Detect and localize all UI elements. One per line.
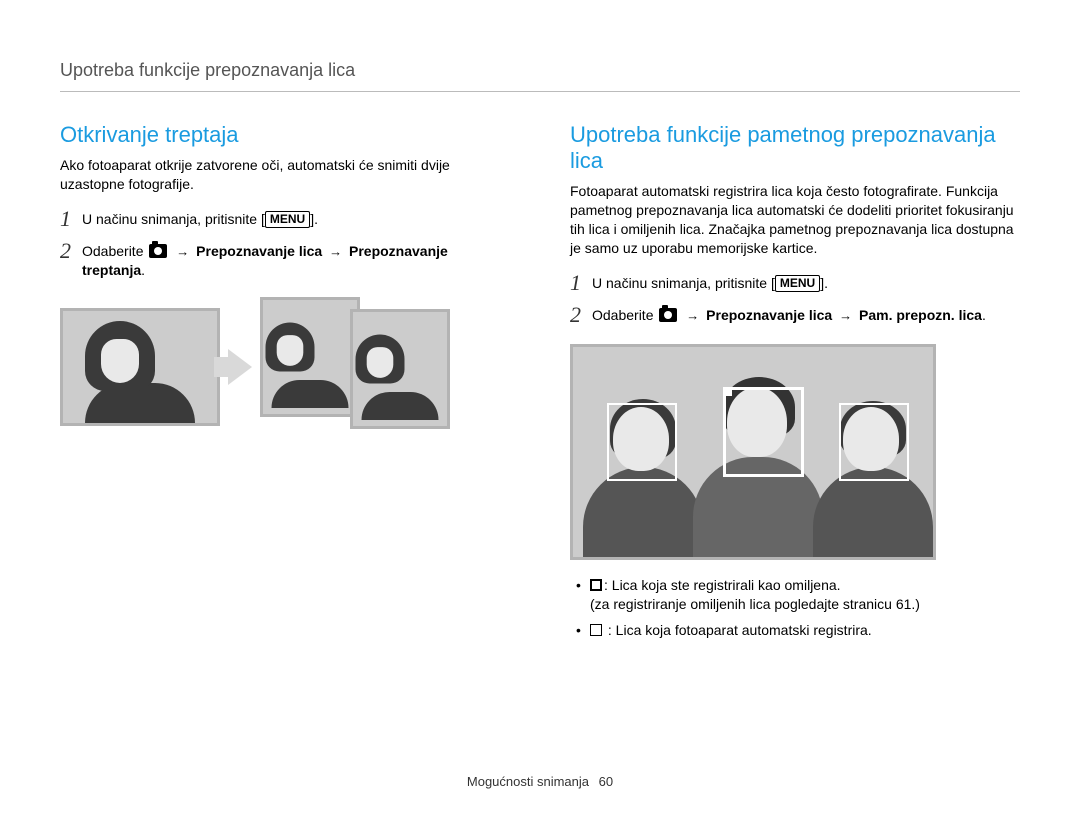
period: . xyxy=(982,307,986,323)
step-body: U načinu snimanja, pritisnite [MENU]. xyxy=(592,272,1020,294)
arrow-icon: → xyxy=(329,243,342,261)
step-number: 2 xyxy=(60,240,82,262)
step1-post: ]. xyxy=(310,211,318,227)
step-number: 1 xyxy=(60,208,82,230)
legend-item-favorite: • : Lica koja ste registrirali kao omilj… xyxy=(576,576,1020,615)
step-body: Odaberite → Prepoznavanje lica → Pam. pr… xyxy=(592,304,1020,326)
face-box-single xyxy=(607,403,677,481)
period: . xyxy=(141,262,145,278)
step2-prefix: Odaberite xyxy=(82,243,147,259)
face-silhouette xyxy=(350,324,450,426)
smart-intro-text: Fotoaparat automatski registrira lica ko… xyxy=(570,182,1020,258)
section-title-blink: Otkrivanje treptaja xyxy=(60,122,510,148)
step-body: U načinu snimanja, pritisnite [MENU]. xyxy=(82,208,510,230)
right-column: Upotreba funkcije pametnog prepoznavanja… xyxy=(570,122,1020,654)
photo-after-1 xyxy=(260,297,360,417)
blink-illustration xyxy=(60,297,510,437)
colon: : xyxy=(604,622,616,638)
smart-illustration xyxy=(570,344,936,560)
legend-text: Lica koja fotoaparat automatski registri… xyxy=(616,622,872,638)
step-number: 1 xyxy=(570,272,592,294)
path-segment: Prepoznavanje lica xyxy=(196,243,322,259)
arrow-icon: → xyxy=(839,307,852,325)
step-number: 2 xyxy=(570,304,592,326)
page-footer: Mogućnosti snimanja 60 xyxy=(0,774,1080,789)
section-title-smart: Upotreba funkcije pametnog prepoznavanja… xyxy=(570,122,1020,174)
camera-icon xyxy=(149,244,167,258)
step-1: 1 U načinu snimanja, pritisnite [MENU]. xyxy=(60,208,510,230)
photo-stack xyxy=(260,297,450,437)
two-column-layout: Otkrivanje treptaja Ako fotoaparat otkri… xyxy=(60,122,1020,654)
step-2: 2 Odaberite → Prepoznavanje lica → Prepo… xyxy=(60,240,510,281)
legend-subtext: (za registriranje omiljenih lica pogleda… xyxy=(590,596,920,612)
path-segment: Prepoznavanje lica xyxy=(706,307,832,323)
square-single-icon xyxy=(590,624,602,636)
face-box-double xyxy=(723,387,804,477)
face-silhouette xyxy=(260,312,360,414)
step1-post: ]. xyxy=(820,275,828,291)
step1-pre: U načinu snimanja, pritisnite [ xyxy=(82,211,265,227)
blink-steps: 1 U načinu snimanja, pritisnite [MENU]. … xyxy=(60,208,510,281)
running-header: Upotreba funkcije prepoznavanja lica xyxy=(60,60,1020,92)
page-number: 60 xyxy=(599,774,613,789)
colon: : xyxy=(604,577,612,593)
manual-page: Upotreba funkcije prepoznavanja lica Otk… xyxy=(0,0,1080,815)
menu-button-label: MENU xyxy=(775,275,820,292)
step-body: Odaberite → Prepoznavanje lica → Prepozn… xyxy=(82,240,510,281)
footer-section: Mogućnosti snimanja xyxy=(467,774,589,789)
step1-pre: U načinu snimanja, pritisnite [ xyxy=(592,275,775,291)
photo-before xyxy=(60,308,220,426)
arrow-icon: → xyxy=(176,243,189,261)
legend-item-auto: • : Lica koja fotoaparat automatski regi… xyxy=(576,621,1020,641)
photo-after-2 xyxy=(350,309,450,429)
menu-button-label: MENU xyxy=(265,211,310,228)
arrow-icon: → xyxy=(686,307,699,325)
legend-list: • : Lica koja ste registrirali kao omilj… xyxy=(570,576,1020,641)
left-column: Otkrivanje treptaja Ako fotoaparat otkri… xyxy=(60,122,510,654)
face-box-single xyxy=(839,403,909,481)
step-1: 1 U načinu snimanja, pritisnite [MENU]. xyxy=(570,272,1020,294)
smart-steps: 1 U načinu snimanja, pritisnite [MENU]. … xyxy=(570,272,1020,326)
camera-icon xyxy=(659,308,677,322)
step-2: 2 Odaberite → Prepoznavanje lica → Pam. … xyxy=(570,304,1020,326)
face-silhouette xyxy=(85,321,195,423)
blink-intro-text: Ako fotoaparat otkrije zatvorene oči, au… xyxy=(60,156,510,194)
step2-prefix: Odaberite xyxy=(592,307,657,323)
legend-text: Lica koja ste registrirali kao omiljena. xyxy=(612,577,841,593)
arrow-right-icon xyxy=(228,349,252,385)
square-double-icon xyxy=(590,579,602,591)
path-segment: Pam. prepozn. lica xyxy=(859,307,982,323)
